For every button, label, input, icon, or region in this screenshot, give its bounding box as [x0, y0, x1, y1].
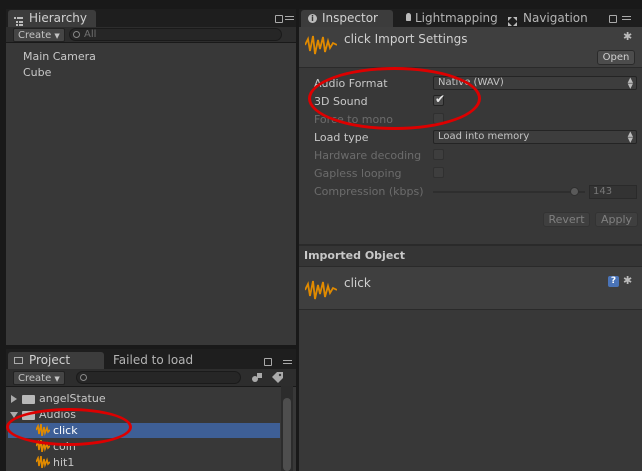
search-icon [80, 374, 87, 381]
tab-failed-to-load[interactable]: Failed to load [113, 353, 193, 367]
navigation-move-icon [508, 14, 517, 26]
filter-by-label-icon[interactable] [272, 372, 283, 383]
tab-lightmapping[interactable]: Lightmapping [400, 10, 500, 27]
project-menu-icon[interactable] [283, 360, 292, 367]
updown-arrows-icon: ▲ ▼ [627, 76, 633, 90]
info-icon: i [308, 14, 317, 23]
gapless-looping-label: Gapless looping [314, 167, 402, 180]
hierarchy-create-label: Create [18, 30, 52, 41]
tree-item-angelstatue[interactable]: angelStatue [39, 392, 106, 405]
project-create-label: Create [18, 373, 52, 384]
lightbulb-icon [406, 13, 411, 21]
expand-arrow-icon[interactable] [11, 395, 17, 403]
open-button[interactable]: Open [597, 50, 635, 65]
annotation-ring-click [6, 408, 132, 446]
tab-lightmapping-label: Lightmapping [415, 11, 498, 25]
tab-hierarchy-label: Hierarchy [29, 11, 88, 25]
hardware-decoding-label: Hardware decoding [314, 149, 422, 162]
hierarchy-item-main-camera[interactable]: Main Camera [23, 50, 96, 63]
tab-inspector[interactable]: i Inspector [301, 10, 393, 27]
apply-button[interactable]: Apply [595, 212, 638, 227]
settings-gear-icon[interactable]: ✱ [623, 275, 632, 286]
updown-arrows-icon: ▲ ▼ [627, 130, 633, 144]
compression-value: 143 [593, 186, 613, 197]
revert-button[interactable]: Revert [543, 212, 590, 227]
compression-value-field[interactable]: 143 [589, 185, 637, 199]
load-type-label: Load type [314, 131, 369, 144]
filter-by-type-icon[interactable] [252, 372, 263, 383]
help-icon[interactable]: ? [608, 276, 619, 287]
hierarchy-search-placeholder: All [84, 29, 97, 40]
tab-project-label: Project [29, 353, 71, 367]
load-type-dropdown[interactable]: Load into memory ▲ ▼ [433, 130, 637, 144]
project-create-button[interactable]: Create ▼ [13, 371, 65, 385]
inspector-title: click Import Settings [344, 32, 468, 46]
gapless-looping-checkbox[interactable] [433, 167, 444, 178]
tree-item-hit1[interactable]: hit1 [53, 456, 74, 469]
load-type-value: Load into memory [438, 131, 530, 142]
apply-button-label: Apply [600, 213, 633, 226]
tab-navigation[interactable]: Navigation [502, 10, 598, 27]
audio-file-icon [35, 455, 51, 471]
imported-object-title: Imported Object [304, 249, 406, 262]
hierarchy-search-input[interactable]: All [69, 28, 282, 41]
search-icon [73, 31, 80, 38]
project-search-input[interactable] [76, 371, 241, 384]
revert-button-label: Revert [548, 213, 585, 226]
inspector-menu-icon[interactable] [622, 16, 631, 23]
project-scrollbar-thumb[interactable] [283, 398, 291, 471]
audio-clip-icon [304, 278, 338, 305]
hierarchy-list-icon [14, 14, 23, 26]
annotation-ring-audio-settings [308, 67, 481, 130]
create-dropdown-arrow-icon: ▼ [54, 32, 60, 40]
hierarchy-create-button[interactable]: Create ▼ [13, 28, 65, 42]
folder-icon [22, 395, 35, 404]
project-lock-icon[interactable] [264, 358, 272, 366]
hierarchy-item-cube[interactable]: Cube [23, 66, 51, 79]
audio-clip-icon [304, 33, 338, 60]
tab-navigation-label: Navigation [523, 11, 588, 25]
tab-inspector-label: Inspector [322, 11, 378, 25]
create-dropdown-arrow-icon: ▼ [54, 375, 60, 383]
open-button-label: Open [602, 52, 630, 63]
settings-gear-icon[interactable]: ✱ [623, 31, 632, 42]
tab-project[interactable]: Project [8, 352, 104, 369]
hierarchy-lock-icon[interactable] [275, 15, 283, 23]
compression-slider-track[interactable] [433, 191, 585, 193]
compression-label: Compression (kbps) [314, 185, 424, 198]
hierarchy-menu-icon[interactable] [285, 16, 294, 23]
tab-hierarchy[interactable]: Hierarchy [8, 10, 96, 27]
inspector-lock-icon[interactable] [609, 15, 617, 23]
imported-object-name: click [344, 276, 371, 290]
hardware-decoding-checkbox[interactable] [433, 149, 444, 160]
folder-tab-icon [14, 357, 23, 364]
